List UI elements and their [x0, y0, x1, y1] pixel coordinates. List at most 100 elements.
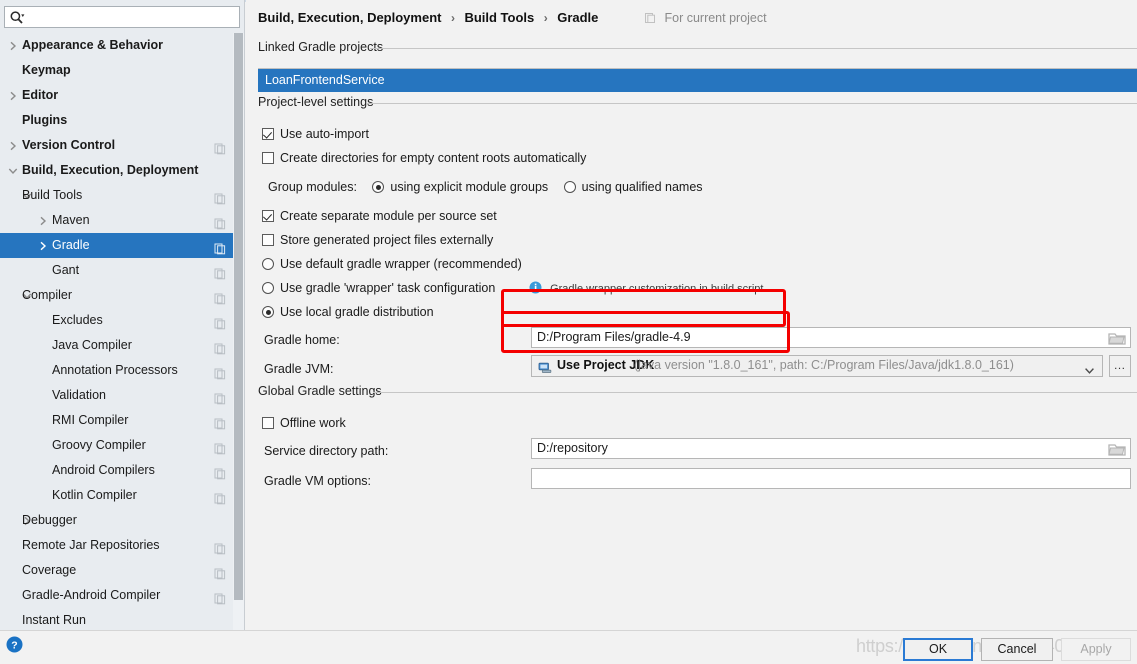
- sidebar-item-build-tools[interactable]: Build Tools: [0, 183, 234, 208]
- vm-options-input[interactable]: [531, 468, 1131, 489]
- create-dirs-row[interactable]: Create directories for empty content roo…: [262, 149, 586, 167]
- use-auto-import-checkbox[interactable]: [262, 128, 274, 140]
- service-directory-browse-folder-icon[interactable]: [1108, 442, 1126, 457]
- project-scope-icon: [214, 364, 226, 380]
- chevron-down-icon[interactable]: [8, 166, 18, 176]
- sidebar-item-kotlin-compiler[interactable]: Kotlin Compiler: [0, 483, 234, 508]
- breadcrumb-item-2[interactable]: Gradle: [557, 10, 598, 25]
- sidebar-item-gradle-android-compiler[interactable]: Gradle-Android Compiler: [0, 583, 234, 608]
- sidebar-item-label: Remote Jar Repositories: [22, 538, 160, 552]
- linked-project-item[interactable]: LoanFrontendService: [258, 69, 1137, 92]
- sidebar-item-coverage[interactable]: Coverage: [0, 558, 234, 583]
- group-modules-label: Group modules:: [268, 180, 357, 194]
- sidebar-item-annotation-processors[interactable]: Annotation Processors: [0, 358, 234, 383]
- help-icon[interactable]: ?: [6, 636, 23, 653]
- offline-work-checkbox[interactable]: [262, 417, 274, 429]
- settings-tree[interactable]: Appearance & Behavior Keymap Editor Plugins…: [0, 33, 234, 630]
- sidebar-item-label: Appearance & Behavior: [22, 38, 164, 52]
- sidebar-item-gant[interactable]: Gant: [0, 258, 234, 283]
- sidebar-item-label: Build Tools: [22, 188, 83, 202]
- group-modules-row[interactable]: Group modules: using explicit module gro…: [268, 178, 703, 196]
- sidebar-item-editor[interactable]: Editor: [0, 83, 234, 108]
- group-modules-explicit-radio[interactable]: [372, 181, 385, 193]
- search-box[interactable]: [4, 6, 240, 28]
- offline-work-row[interactable]: Offline work: [262, 414, 346, 432]
- project-scope-icon: [214, 389, 226, 405]
- sidebar-item-groovy-compiler[interactable]: Groovy Compiler: [0, 433, 234, 458]
- svg-text:?: ?: [11, 639, 17, 651]
- sidebar-item-instant-run[interactable]: Instant Run: [0, 608, 234, 630]
- use-wrapper-task-row[interactable]: Use gradle 'wrapper' task configuration: [262, 279, 495, 297]
- sidebar-item-debugger[interactable]: Debugger: [0, 508, 234, 533]
- group-divider-line: [370, 48, 1137, 49]
- gradle-home-input[interactable]: D:/Program Files/gradle-4.9: [531, 327, 1131, 348]
- global-settings-title: Global Gradle settings: [258, 384, 382, 398]
- create-dirs-checkbox[interactable]: [262, 152, 274, 164]
- breadcrumb-separator: ›: [543, 11, 548, 25]
- project-scope-icon: [214, 464, 226, 480]
- sidebar-item-android-compilers[interactable]: Android Compilers: [0, 458, 234, 483]
- sidebar-item-rmi-compiler[interactable]: RMI Compiler: [0, 408, 234, 433]
- chevron-right-icon[interactable]: [8, 91, 18, 101]
- chevron-right-icon[interactable]: [38, 241, 48, 251]
- sidebar-item-label: Android Compilers: [52, 463, 155, 477]
- sidebar-item-build-execution-deployment[interactable]: Build, Execution, Deployment: [0, 158, 234, 183]
- chevron-right-icon[interactable]: [8, 141, 18, 151]
- settings-content-panel: Build, Execution, Deployment › Build Too…: [246, 0, 1137, 630]
- apply-button[interactable]: Apply: [1061, 638, 1131, 661]
- gradle-jvm-more-button[interactable]: …: [1109, 355, 1131, 377]
- create-separate-module-checkbox[interactable]: [262, 210, 274, 222]
- chevron-down-icon[interactable]: [1085, 363, 1094, 374]
- ok-button[interactable]: OK: [903, 638, 973, 661]
- sidebar-item-excludes[interactable]: Excludes: [0, 308, 234, 333]
- sidebar-item-maven[interactable]: Maven: [0, 208, 234, 233]
- settings-dialog: Appearance & Behavior Keymap Editor Plugins…: [0, 0, 1137, 664]
- sidebar-item-compiler[interactable]: Compiler: [0, 283, 234, 308]
- use-local-distribution-row[interactable]: Use local gradle distribution: [262, 303, 434, 321]
- sidebar-scrollbar-thumb[interactable]: [234, 33, 243, 600]
- use-auto-import-row[interactable]: Use auto-import: [262, 125, 369, 143]
- sidebar-item-version-control[interactable]: Version Control: [0, 133, 234, 158]
- group-modules-qualified-radio[interactable]: [563, 181, 576, 193]
- wrapper-note-label: Gradle wrapper customization in build sc…: [550, 283, 764, 295]
- sidebar-item-keymap[interactable]: Keymap: [0, 58, 234, 83]
- use-default-wrapper-row[interactable]: Use default gradle wrapper (recommended): [262, 255, 522, 273]
- breadcrumb-separator: ›: [450, 11, 455, 25]
- settings-sidebar: Appearance & Behavior Keymap Editor Plugins…: [0, 0, 245, 630]
- chevron-right-icon[interactable]: [38, 216, 48, 226]
- store-generated-external-checkbox[interactable]: [262, 234, 274, 246]
- gradle-home-browse-folder-icon[interactable]: [1108, 331, 1126, 346]
- store-generated-external-row[interactable]: Store generated project files externally: [262, 231, 493, 249]
- gradle-jvm-detail: (java version "1.8.0_161", path: C:/Prog…: [634, 358, 1014, 372]
- use-local-distribution-label: Use local gradle distribution: [280, 305, 434, 319]
- service-directory-input[interactable]: D:/repository: [531, 438, 1131, 459]
- sidebar-item-label: Version Control: [22, 138, 116, 152]
- sidebar-item-plugins[interactable]: Plugins: [0, 108, 234, 133]
- group-modules-qualified-label: using qualified names: [581, 180, 703, 194]
- jdk-icon: [538, 360, 552, 374]
- breadcrumb-item-1[interactable]: Build Tools: [464, 10, 534, 25]
- gradle-jvm-label: Gradle JVM:: [264, 362, 334, 376]
- sidebar-item-gradle[interactable]: Gradle: [0, 233, 234, 258]
- sidebar-scrollbar-track[interactable]: [233, 33, 244, 630]
- use-local-distribution-radio[interactable]: [262, 306, 274, 318]
- project-level-settings-title: Project-level settings: [258, 95, 374, 109]
- sidebar-item-validation[interactable]: Validation: [0, 383, 234, 408]
- gradle-jvm-combobox[interactable]: Use Project JDK (java version "1.8.0_161…: [531, 355, 1103, 377]
- sidebar-item-remote-jar-repositories[interactable]: Remote Jar Repositories: [0, 533, 234, 558]
- service-directory-label: Service directory path:: [264, 444, 389, 458]
- use-default-wrapper-label: Use default gradle wrapper (recommended): [280, 257, 522, 271]
- breadcrumb-item-0[interactable]: Build, Execution, Deployment: [258, 10, 441, 25]
- use-wrapper-task-radio[interactable]: [262, 282, 274, 294]
- linked-projects-list[interactable]: LoanFrontendService: [258, 68, 1137, 92]
- sidebar-item-label: Gradle: [52, 238, 90, 252]
- chevron-right-icon[interactable]: [8, 41, 18, 51]
- sidebar-item-appearance-behavior[interactable]: Appearance & Behavior: [0, 33, 234, 58]
- use-default-wrapper-radio[interactable]: [262, 258, 274, 270]
- sidebar-item-label: Editor: [22, 88, 59, 102]
- search-input[interactable]: [29, 8, 235, 26]
- create-separate-module-row[interactable]: Create separate module per source set: [262, 207, 497, 225]
- project-scope-icon: [214, 314, 226, 330]
- cancel-button[interactable]: Cancel: [981, 638, 1053, 661]
- sidebar-item-java-compiler[interactable]: Java Compiler: [0, 333, 234, 358]
